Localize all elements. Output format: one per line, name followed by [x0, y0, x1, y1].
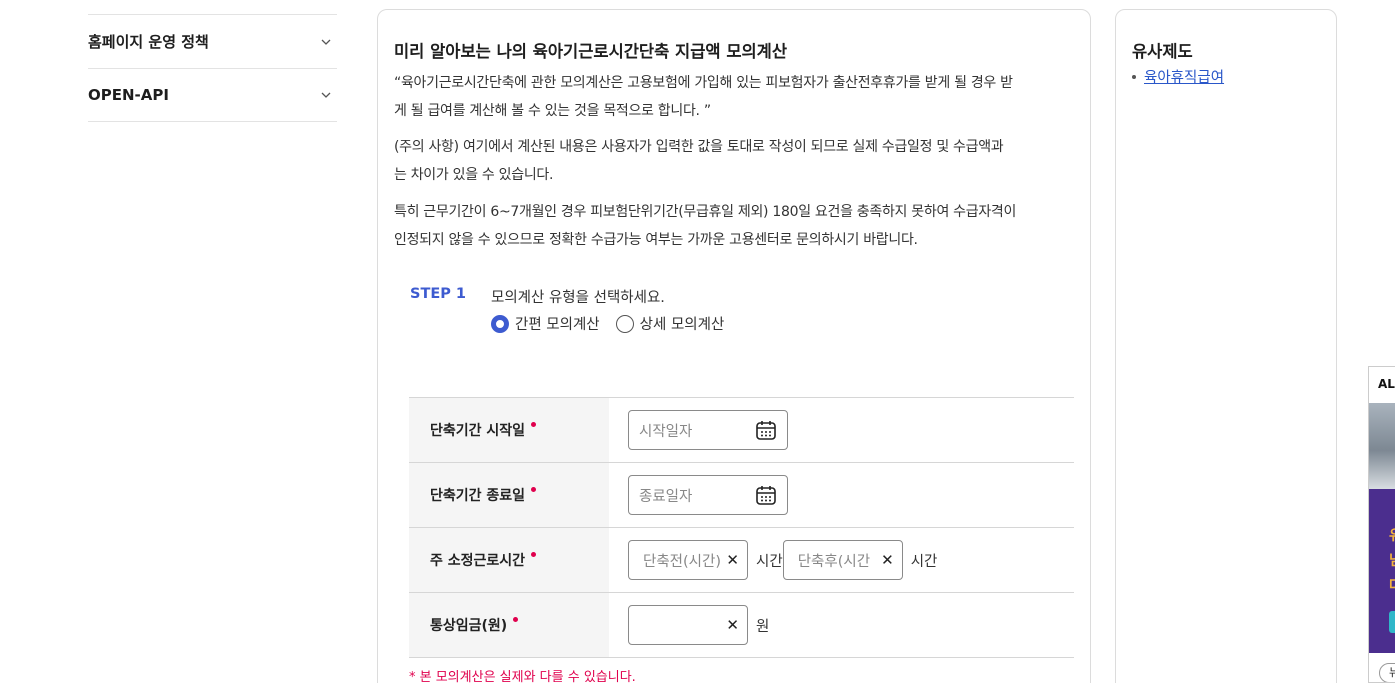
step-description: 모의계산 유형을 선택하세요. — [491, 290, 665, 306]
nav-item-open-api[interactable]: OPEN-API — [88, 68, 337, 122]
nav-item-site-policy[interactable]: 홈페이지 운영 정책 — [88, 14, 337, 68]
chevron-down-icon — [321, 39, 331, 45]
eligibility-line: 인정되지 않을 수 있으므로 정확한 수급가능 여부는 가까운 고용센터로 문의… — [394, 232, 918, 248]
form-label-text: 통상임금(원) — [430, 618, 508, 634]
ad-text: 넘 — [1389, 550, 1395, 570]
calendar-icon[interactable] — [755, 484, 777, 506]
related-item: 육아휴직급여 — [1132, 66, 1224, 87]
caution-line: 는 차이가 있을 수 있습니다. — [394, 167, 554, 183]
calc-form-table: 단축기간 시작일 시작일자 단축기간 종료일 종료일자 주 소정근로시간 단축전… — [409, 397, 1074, 658]
radio-label: 간편 모의계산 — [515, 317, 600, 333]
eligibility-line: 특히 근무기간이 6~7개월인 경우 피보험단위기간(무급휴일 제외) 180일… — [394, 204, 1017, 220]
hours-unit: 시간 — [756, 553, 783, 570]
related-title: 유사제도 — [1132, 42, 1193, 61]
form-label-text: 단축기간 종료일 — [430, 488, 526, 504]
required-marker — [513, 616, 519, 622]
ad-image — [1369, 403, 1395, 489]
close-icon[interactable]: ✕ — [881, 551, 894, 569]
form-label: 주 소정근로시간 — [409, 528, 609, 592]
chevron-down-icon — [321, 92, 331, 98]
form-label-text: 단축기간 시작일 — [430, 423, 526, 439]
required-marker — [531, 421, 537, 427]
form-row-wage: 통상임금(원) ✕ 원 — [409, 593, 1074, 658]
intro-line: “육아기근로시간단축에 관한 모의계산은 고용보험에 가입해 있는 피보험자가 … — [394, 75, 1013, 91]
calendar-icon[interactable] — [755, 419, 777, 441]
form-cell: 종료일자 — [609, 463, 1074, 527]
caution-line: (주의 사항) 여기에서 계산된 내용은 사용자가 입력한 값을 토대로 작성이… — [394, 139, 1004, 155]
start-date-placeholder: 시작일자 — [639, 423, 693, 440]
eligibility-paragraph: 특히 근무기간이 6~7개월인 경우 피보험단위기간(무급휴일 제외) 180일… — [394, 198, 1078, 254]
left-nav: 홈페이지 운영 정책 OPEN-API — [88, 14, 337, 122]
form-cell: 단축전(시간) ✕ 시간 단축후(시간 ✕ 시간 — [609, 528, 1074, 592]
hours-before-placeholder: 단축전(시간) — [643, 553, 722, 570]
page: 홈페이지 운영 정책 OPEN-API 미리 알아보는 나의 육아기근로시간단축… — [0, 0, 1395, 683]
hours-before-input[interactable]: 단축전(시간) ✕ — [628, 540, 748, 580]
start-date-input[interactable]: 시작일자 — [628, 410, 788, 450]
ad-footer-button[interactable]: 뉴 — [1379, 663, 1395, 682]
caution-paragraph: (주의 사항) 여기에서 계산된 내용은 사용자가 입력한 값을 토대로 작성이… — [394, 133, 1078, 189]
form-label: 통상임금(원) — [409, 593, 609, 657]
nav-item-label: OPEN-API — [88, 86, 169, 104]
step-label: STEP 1 — [410, 286, 467, 302]
form-row-start-date: 단축기간 시작일 시작일자 — [409, 398, 1074, 463]
end-date-placeholder: 종료일자 — [639, 488, 693, 505]
page-title: 미리 알아보는 나의 육아기근로시간단축 지급액 모의계산 — [394, 42, 788, 61]
radio-detailed-calc[interactable]: 상세 모의계산 — [615, 313, 725, 334]
nav-item-label: 홈페이지 운영 정책 — [88, 33, 209, 51]
intro-line: 게 될 급여를 계산해 볼 수 있는 것을 목적으로 합니다. ” — [394, 103, 711, 119]
form-row-weekly-hours: 주 소정근로시간 단축전(시간) ✕ 시간 단축후(시간 ✕ 시간 — [409, 528, 1074, 593]
close-icon[interactable]: ✕ — [726, 551, 739, 569]
related-programs-card: 유사제도 육아휴직급여 — [1115, 9, 1337, 683]
radio-unchecked-icon — [615, 314, 634, 333]
ad-header: AL — [1378, 377, 1395, 391]
intro-paragraph: “육아기근로시간단축에 관한 모의계산은 고용보험에 가입해 있는 피보험자가 … — [394, 69, 1078, 125]
hours-after-placeholder: 단축후(시간 — [797, 553, 871, 570]
radio-label: 상세 모의계산 — [639, 317, 725, 333]
ad-widget[interactable]: AL 유 넘 다 뉴 — [1368, 366, 1395, 683]
ad-text: 유 — [1389, 525, 1395, 545]
required-marker — [531, 486, 537, 492]
disclaimer-text: * 본 모의계산은 실제와 다를 수 있습니다. — [409, 670, 636, 683]
radio-simple-calc[interactable]: 간편 모의계산 — [491, 313, 600, 334]
ad-cta-button[interactable] — [1389, 611, 1395, 633]
calculator-card: 미리 알아보는 나의 육아기근로시간단축 지급액 모의계산 “육아기근로시간단축… — [377, 9, 1091, 683]
childcare-leave-link[interactable]: 육아휴직급여 — [1144, 66, 1224, 87]
hours-unit: 시간 — [910, 553, 938, 570]
close-icon[interactable]: ✕ — [726, 616, 739, 634]
form-label: 단축기간 시작일 — [409, 398, 609, 462]
end-date-input[interactable]: 종료일자 — [628, 475, 788, 515]
form-cell: ✕ 원 — [609, 593, 1074, 657]
calc-type-radio-group: 간편 모의계산 상세 모의계산 — [491, 313, 724, 334]
wage-input[interactable]: ✕ — [628, 605, 748, 645]
hours-after-input[interactable]: 단축후(시간 ✕ — [782, 540, 903, 580]
form-label: 단축기간 종료일 — [409, 463, 609, 527]
bullet-icon — [1132, 74, 1136, 79]
radio-checked-icon — [491, 314, 509, 333]
required-marker — [531, 551, 537, 557]
form-row-end-date: 단축기간 종료일 종료일자 — [409, 463, 1074, 528]
form-cell: 시작일자 — [609, 398, 1074, 462]
ad-text: 다 — [1389, 575, 1395, 595]
form-label-text: 주 소정근로시간 — [430, 553, 526, 569]
wage-unit: 원 — [756, 618, 770, 635]
